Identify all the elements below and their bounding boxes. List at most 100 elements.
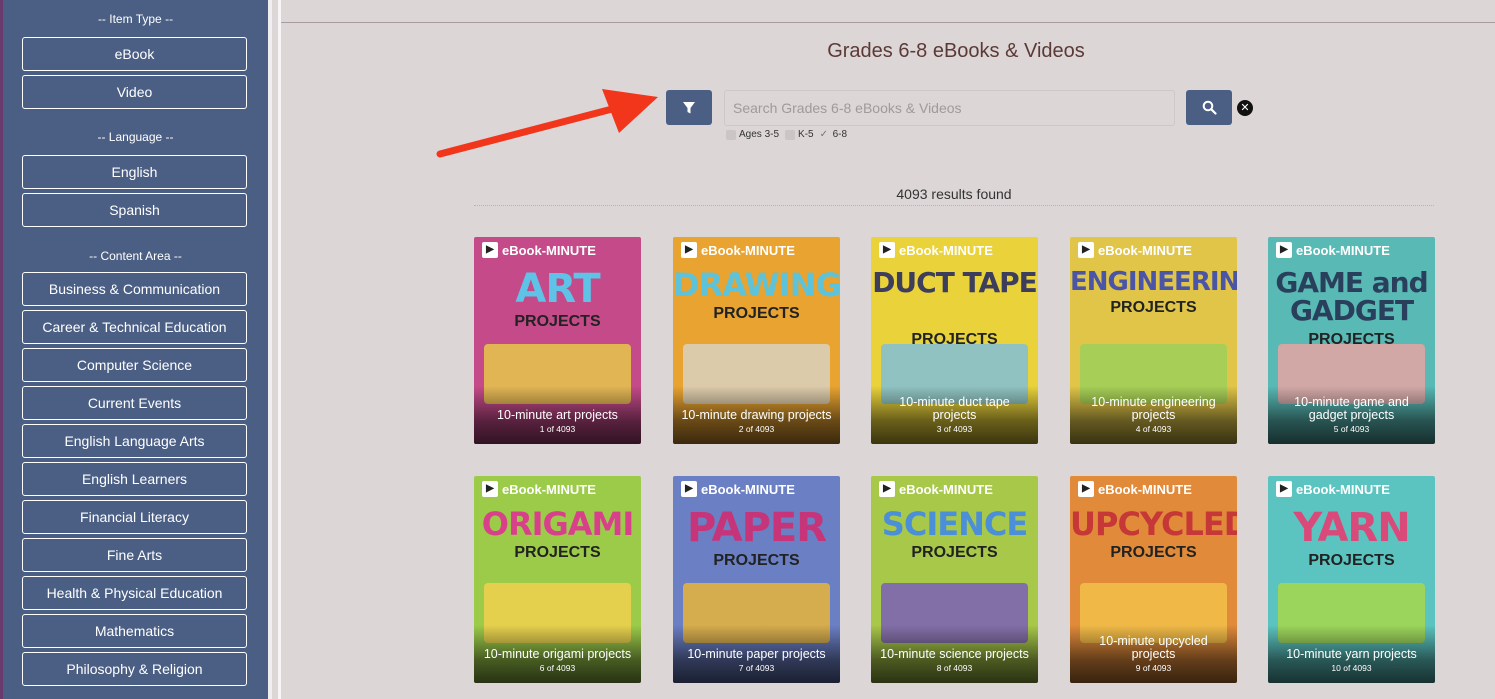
card-caption: 10-minute duct tape projects 3 of 4093 — [871, 386, 1038, 444]
book-card[interactable]: ▶ eBook-MINUTE ORIGAMI PROJECTS 10-minute or… — [474, 476, 641, 683]
ebook-icon: ▶ — [681, 481, 697, 497]
filter-content-area-item[interactable]: Health & Physical Education — [22, 576, 247, 610]
results-divider — [474, 205, 1434, 206]
book-position: 4 of 4093 — [1135, 424, 1172, 434]
card-caption: 10-minute paper projects 7 of 4093 — [673, 625, 840, 683]
grade-filter-ages-3-5[interactable]: Ages 3-5 — [726, 129, 779, 140]
book-title: 10-minute game and gadget projects — [1294, 395, 1409, 422]
grade-filter-label: K-5 — [798, 129, 814, 140]
book-position: 6 of 4093 — [539, 663, 576, 673]
filter-content-area-item[interactable]: Career & Technical Education — [22, 310, 247, 344]
cover-header-text: eBook-MINUTE — [1098, 481, 1192, 497]
book-card[interactable]: ▶ eBook-MINUTE DRAWING PROJECTS 10-minute dr… — [673, 237, 840, 444]
ebook-icon: ▶ — [482, 242, 498, 258]
ebook-icon: ▶ — [879, 242, 895, 258]
cover-subtitle: PROJECTS — [911, 544, 998, 561]
content-area-list: Business & Communication Career & Technic… — [3, 272, 268, 686]
cover-header-text: eBook-MINUTE — [1296, 481, 1390, 497]
filter-content-area-item[interactable]: English Language Arts — [22, 424, 247, 458]
cover-title: ORIGAMI — [481, 505, 635, 543]
cover-subtitle: PROJECTS — [514, 313, 601, 330]
ebook-icon: ▶ — [1078, 242, 1094, 258]
filter-content-area-item[interactable]: Fine Arts — [22, 538, 247, 572]
book-card[interactable]: ▶ eBook-MINUTE YARN PROJECTS 10-minute yarn … — [1268, 476, 1435, 683]
cover-subtitle: PROJECTS — [713, 552, 800, 569]
book-card[interactable]: ▶ eBook-MINUTE DUCT TAPE PROJECTS 10-minute … — [871, 237, 1038, 444]
filter-item-type-video[interactable]: Video — [22, 75, 247, 109]
book-title: 10-minute engineering projects — [1091, 395, 1216, 422]
search-input[interactable] — [724, 90, 1175, 126]
cover-header: ▶ eBook-MINUTE — [474, 476, 641, 502]
filter-content-area-item[interactable]: Business & Communication — [22, 272, 247, 306]
filter-content-area-item[interactable]: Computer Science — [22, 348, 247, 382]
book-position: 3 of 4093 — [936, 424, 973, 434]
cover-header-text: eBook-MINUTE — [899, 242, 993, 258]
content-area-heading: -- Content Area -- — [89, 249, 182, 263]
card-caption: 10-minute upcycled projects 9 of 4093 — [1070, 625, 1237, 683]
card-caption: 10-minute game and gadget projects 5 of 4… — [1268, 386, 1435, 444]
cover-header: ▶ eBook-MINUTE — [871, 237, 1038, 263]
page-title: Grades 6-8 eBooks & Videos — [827, 40, 1085, 62]
book-card[interactable]: ▶ eBook-MINUTE PAPER PROJECTS 10-minute pape… — [673, 476, 840, 683]
language-heading: -- Language -- — [97, 130, 174, 144]
cover-header-text: eBook-MINUTE — [502, 481, 596, 497]
filter-language-english[interactable]: English — [22, 155, 247, 189]
ebook-icon: ▶ — [1276, 481, 1292, 497]
cover-header: ▶ eBook-MINUTE — [474, 237, 641, 263]
cover-header-text: eBook-MINUTE — [1296, 242, 1390, 258]
red-arrow-annotation — [436, 89, 658, 158]
book-position: 10 of 4093 — [1331, 663, 1372, 673]
ebook-icon: ▶ — [1276, 242, 1292, 258]
book-position: 5 of 4093 — [1333, 424, 1370, 434]
filter-content-area-item[interactable]: English Learners — [22, 462, 247, 496]
cover-header: ▶ eBook-MINUTE — [1268, 237, 1435, 263]
card-caption: 10-minute art projects 1 of 4093 — [474, 386, 641, 444]
grade-filter-k-5[interactable]: K-5 — [785, 129, 814, 140]
cover-title: YARN — [1293, 505, 1410, 551]
grade-filters: Ages 3-5 K-5 ✓ 6-8 — [726, 129, 847, 140]
book-title: 10-minute duct tape projects — [899, 395, 1010, 422]
cover-header: ▶ eBook-MINUTE — [673, 476, 840, 502]
book-position: 2 of 4093 — [738, 424, 775, 434]
book-title: 10-minute paper projects — [687, 647, 826, 661]
book-position: 9 of 4093 — [1135, 663, 1172, 673]
book-position: 1 of 4093 — [539, 424, 576, 434]
card-caption: 10-minute science projects 8 of 4093 — [871, 625, 1038, 683]
clear-search-icon[interactable]: ✕ — [1237, 100, 1253, 116]
cover-title: GAME and GADGET — [1275, 266, 1428, 327]
book-card[interactable]: ▶ eBook-MINUTE ART PROJECTS 10-minute art pr… — [474, 237, 641, 444]
cover-header-text: eBook-MINUTE — [502, 242, 596, 258]
search-icon — [1202, 100, 1217, 115]
card-caption: 10-minute drawing projects 2 of 4093 — [673, 386, 840, 444]
filter-item-type-ebook[interactable]: eBook — [22, 37, 247, 71]
filter-content-area-item[interactable]: Mathematics — [22, 614, 247, 648]
book-position: 7 of 4093 — [738, 663, 775, 673]
book-card[interactable]: ▶ eBook-MINUTE GAME and GADGET PROJECTS 10-m… — [1268, 237, 1435, 444]
filter-button[interactable] — [666, 90, 712, 125]
ebook-icon: ▶ — [482, 481, 498, 497]
cover-subtitle: PROJECTS — [1110, 544, 1197, 561]
grade-filter-6-8[interactable]: ✓ 6-8 — [820, 129, 847, 140]
cover-header: ▶ eBook-MINUTE — [871, 476, 1038, 502]
filter-content-area-item[interactable]: Financial Literacy — [22, 500, 247, 534]
card-caption: 10-minute origami projects 6 of 4093 — [474, 625, 641, 683]
cover-header-text: eBook-MINUTE — [899, 481, 993, 497]
filter-content-area-item[interactable]: Philosophy & Religion — [22, 652, 247, 686]
cover-title: SCIENCE — [881, 505, 1028, 543]
sidebar-divider — [268, 0, 272, 699]
card-caption: 10-minute yarn projects 10 of 4093 — [1268, 625, 1435, 683]
sidebar: -- Item Type -- eBook Video -- Language … — [0, 0, 268, 699]
search-button[interactable] — [1186, 90, 1232, 125]
book-card[interactable]: ▶ eBook-MINUTE SCIENCE PROJECTS 10-minute sc… — [871, 476, 1038, 683]
filter-content-area-item[interactable]: Current Events — [22, 386, 247, 420]
cover-subtitle: PROJECTS — [713, 305, 800, 322]
book-card[interactable]: ▶eBook-MINUTE ENGINEERING PROJECTS 10-minut… — [1070, 237, 1237, 444]
cover-header-text: eBook-MINUTE — [701, 481, 795, 497]
book-card[interactable]: ▶ eBook-MINUTE UPCYCLED PROJECTS 10-minute u… — [1070, 476, 1237, 683]
book-title: 10-minute drawing projects — [681, 408, 832, 422]
cover-header: ▶ eBook-MINUTE — [1070, 237, 1237, 263]
book-title: 10-minute upcycled projects — [1099, 634, 1208, 661]
cover-title: DUCT TAPE — [872, 266, 1038, 299]
filter-language-spanish[interactable]: Spanish — [22, 193, 247, 227]
cover-header-text: eBook-MINUTE — [701, 242, 795, 258]
